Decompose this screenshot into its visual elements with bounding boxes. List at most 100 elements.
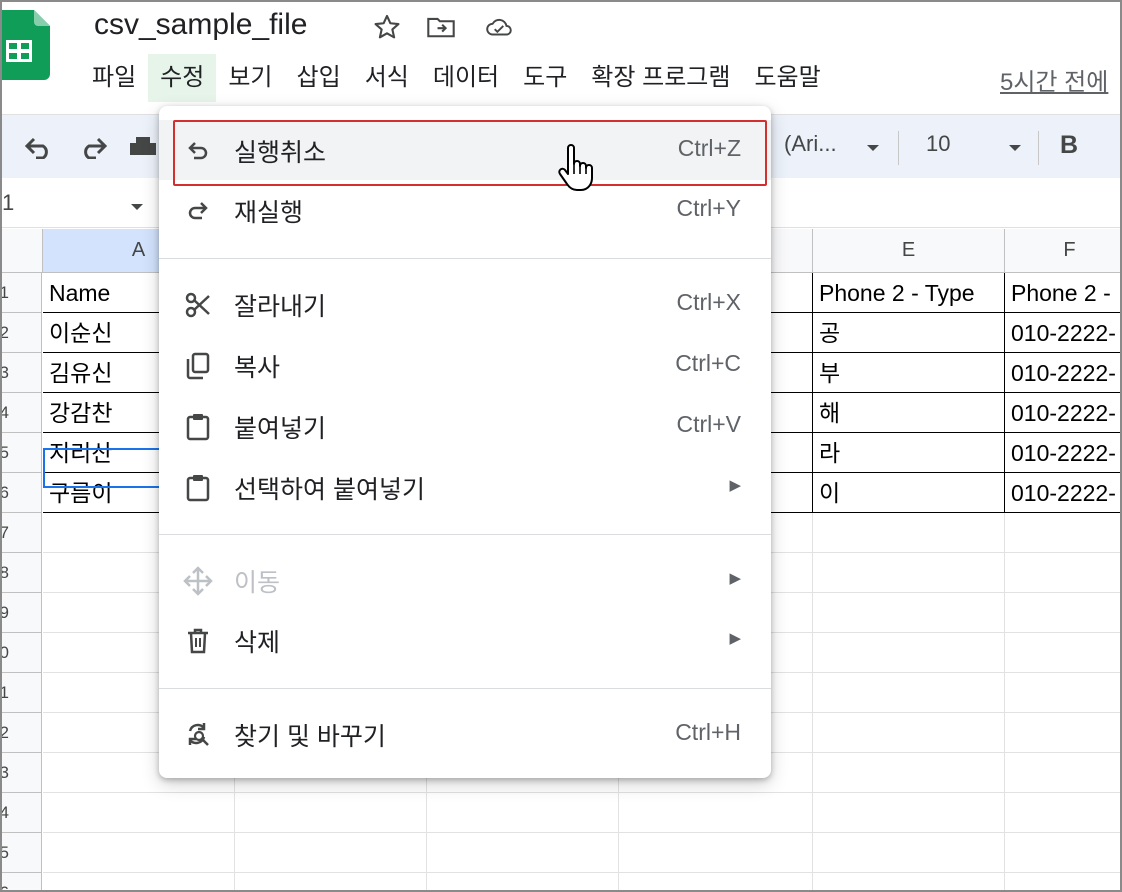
- sheet-cell[interactable]: [235, 833, 427, 873]
- row-header[interactable]: 15: [2, 833, 42, 873]
- row-header[interactable]: 9: [2, 593, 42, 633]
- sheet-cell[interactable]: Phone 2 -: [1005, 273, 1120, 313]
- menu-item-paste-special[interactable]: 선택하여 붙여넣기 ▶: [159, 457, 771, 517]
- sheet-cell[interactable]: [43, 873, 235, 890]
- chevron-down-icon[interactable]: [856, 133, 890, 163]
- row-header[interactable]: 12: [2, 713, 42, 753]
- menu-item-redo[interactable]: 재실행 Ctrl+Y: [159, 180, 771, 240]
- sheet-cell[interactable]: [427, 793, 619, 833]
- font-family-select[interactable]: (Ari...: [784, 131, 837, 157]
- menu-file[interactable]: 파일: [80, 54, 148, 102]
- row-header[interactable]: 3: [2, 353, 42, 393]
- name-box[interactable]: 1: [2, 190, 14, 216]
- menu-view[interactable]: 보기: [216, 54, 284, 102]
- sheet-cell[interactable]: [813, 713, 1005, 753]
- sheet-cell[interactable]: 010-2222-: [1005, 353, 1120, 393]
- sheet-cell[interactable]: [813, 793, 1005, 833]
- menu-format[interactable]: 서식: [353, 54, 421, 102]
- menu-tools[interactable]: 도구: [511, 54, 579, 102]
- submenu-arrow-icon: ▶: [729, 570, 741, 587]
- row-header[interactable]: 2: [2, 313, 42, 353]
- sheet-cell[interactable]: [619, 873, 813, 890]
- sheet-cell[interactable]: [813, 873, 1005, 890]
- menu-item-copy[interactable]: 복사 Ctrl+C: [159, 335, 771, 395]
- sheet-cell[interactable]: 이: [813, 473, 1005, 513]
- menu-extensions[interactable]: 확장 프로그램: [579, 54, 742, 102]
- sheets-logo-icon[interactable]: [0, 10, 50, 80]
- menu-item-label: 잘라내기: [234, 293, 327, 321]
- menu-edit[interactable]: 수정: [148, 54, 217, 102]
- row-header[interactable]: 8: [2, 553, 42, 593]
- menu-data[interactable]: 데이터: [421, 54, 511, 102]
- sheet-cell[interactable]: [619, 833, 813, 873]
- sheet-cell[interactable]: [1005, 673, 1120, 713]
- menu-item-cut[interactable]: 잘라내기 Ctrl+X: [159, 274, 771, 334]
- chevron-down-icon[interactable]: [120, 192, 154, 222]
- menu-item-delete[interactable]: 삭제 ▶: [159, 610, 771, 670]
- row-header[interactable]: 13: [2, 753, 42, 793]
- sheet-cell[interactable]: [1005, 873, 1120, 890]
- sheet-cell[interactable]: Phone 2 - Type: [813, 273, 1005, 313]
- sheet-cell[interactable]: 010-2222-: [1005, 433, 1120, 473]
- sheet-cell[interactable]: 해: [813, 393, 1005, 433]
- sheet-cell[interactable]: [1005, 513, 1120, 553]
- row-header[interactable]: 11: [2, 673, 42, 713]
- sheet-cell[interactable]: [813, 753, 1005, 793]
- move-to-folder-icon[interactable]: [426, 12, 456, 42]
- menu-item-undo[interactable]: 실행취소 Ctrl+Z: [159, 120, 771, 186]
- sheet-cell[interactable]: [427, 873, 619, 890]
- sheet-cell[interactable]: [235, 873, 427, 890]
- sheet-cell[interactable]: [813, 553, 1005, 593]
- sheet-cell[interactable]: [235, 793, 427, 833]
- sheet-cell[interactable]: [619, 793, 813, 833]
- sheet-cell[interactable]: [813, 593, 1005, 633]
- row-header[interactable]: 1: [2, 273, 42, 313]
- star-icon[interactable]: [372, 12, 402, 42]
- sheet-cell[interactable]: 부: [813, 353, 1005, 393]
- sheet-cell[interactable]: 010-2222-: [1005, 393, 1120, 433]
- sheet-cell[interactable]: [1005, 553, 1120, 593]
- column-header[interactable]: F: [1005, 229, 1120, 273]
- select-all-corner[interactable]: [2, 229, 43, 273]
- row-header[interactable]: 7: [2, 513, 42, 553]
- bold-button[interactable]: B: [1060, 131, 1078, 160]
- sheet-cell[interactable]: 010-2222-: [1005, 473, 1120, 513]
- font-size-select[interactable]: 10: [926, 131, 950, 157]
- sheet-cell[interactable]: [1005, 633, 1120, 673]
- menu-help[interactable]: 도움말: [742, 54, 832, 102]
- sheet-cell[interactable]: [43, 793, 235, 833]
- sheet-cell[interactable]: 라: [813, 433, 1005, 473]
- cloud-status-icon[interactable]: [484, 12, 514, 42]
- sheet-cell[interactable]: [1005, 593, 1120, 633]
- sheet-cell[interactable]: [427, 833, 619, 873]
- sheet-cell[interactable]: [1005, 793, 1120, 833]
- row-header[interactable]: 4: [2, 393, 42, 433]
- menu-insert[interactable]: 삽입: [285, 54, 353, 102]
- sheet-cell[interactable]: [1005, 753, 1120, 793]
- row-header[interactable]: 5: [2, 433, 42, 473]
- sheet-cell[interactable]: [43, 833, 235, 873]
- sheet-cell[interactable]: [1005, 713, 1120, 753]
- sheet-cell[interactable]: [1005, 833, 1120, 873]
- row-header[interactable]: 14: [2, 793, 42, 833]
- row-header[interactable]: 6: [2, 473, 42, 513]
- redo-toolbar-icon[interactable]: [76, 133, 110, 163]
- sheet-cell[interactable]: [813, 513, 1005, 553]
- sheet-cell[interactable]: 공: [813, 313, 1005, 353]
- row-header[interactable]: 16: [2, 873, 42, 890]
- sheet-cell[interactable]: 010-2222-: [1005, 313, 1120, 353]
- row-header[interactable]: 10: [2, 633, 42, 673]
- move-icon: [181, 564, 215, 598]
- menu-item-find-replace[interactable]: 찾기 및 바꾸기 Ctrl+H: [159, 704, 771, 764]
- menu-item-paste[interactable]: 붙여넣기 Ctrl+V: [159, 396, 771, 456]
- last-edit-link[interactable]: 5시간 전에: [1000, 62, 1108, 97]
- chevron-down-icon[interactable]: [998, 133, 1032, 163]
- column-header[interactable]: E: [813, 229, 1005, 273]
- undo-toolbar-icon[interactable]: [22, 133, 56, 163]
- document-title[interactable]: csv_sample_file: [94, 8, 307, 42]
- active-cell-selection[interactable]: [43, 448, 163, 488]
- sheet-cell[interactable]: [813, 833, 1005, 873]
- print-icon[interactable]: [126, 133, 160, 163]
- sheet-cell[interactable]: [813, 673, 1005, 713]
- sheet-cell[interactable]: [813, 633, 1005, 673]
